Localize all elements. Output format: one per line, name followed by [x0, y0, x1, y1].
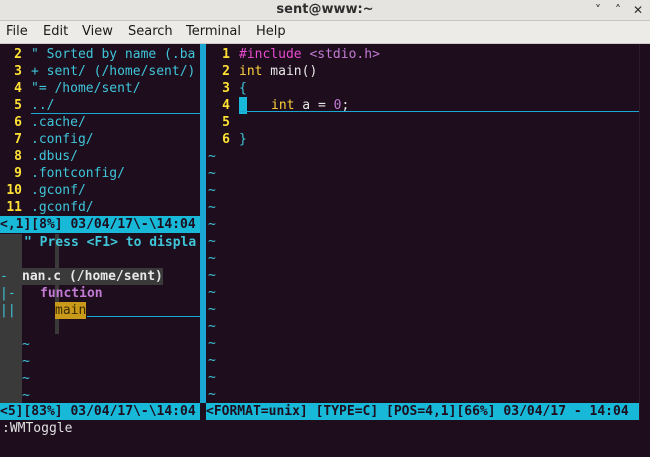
title-bar[interactable]: sent@www:~ ˅ ˄ ✕: [0, 0, 650, 21]
empty-line-tilde: ~: [22, 388, 30, 403]
menu-search[interactable]: Search: [128, 24, 173, 39]
line-number: 6: [222, 132, 230, 147]
taglist-function[interactable]: function: [40, 285, 103, 302]
include-header: <stdio.h>: [309, 47, 380, 62]
line-number: 4: [222, 98, 230, 113]
include-directive: #include: [239, 47, 310, 62]
code-line-1[interactable]: #include <stdio.h>: [239, 46, 380, 63]
explorer-line[interactable]: ../: [31, 97, 54, 114]
menu-help[interactable]: Help: [256, 24, 286, 39]
line-number: 3: [14, 64, 22, 79]
menu-edit[interactable]: Edit: [43, 24, 68, 39]
minimize-icon[interactable]: ˅: [590, 2, 606, 18]
taglist-help: " Press <F1> to displa: [24, 235, 197, 250]
fold-marker: |-: [0, 285, 22, 302]
line-number: 2: [14, 47, 22, 62]
line-number: 4: [14, 81, 22, 96]
function-decl: main(): [262, 64, 318, 79]
window-title: sent@www:~: [276, 2, 374, 17]
line-number: 3: [222, 81, 230, 96]
cursorline: [87, 316, 200, 317]
line-number: 6: [14, 115, 22, 130]
scrollbar-track[interactable]: [639, 44, 650, 420]
explorer-line[interactable]: "= /home/sent/: [31, 80, 141, 97]
sign-column: [0, 319, 22, 404]
empty-line-tilde: ~: [208, 268, 216, 283]
vertical-split[interactable]: [200, 44, 206, 403]
line-number: 11: [6, 200, 22, 215]
sign-column: [0, 251, 22, 268]
taglist-status-bar: <5][83%] 03/04/17\-\14:04: [0, 403, 200, 420]
explorer-line[interactable]: " Sorted by name (.ba: [31, 46, 195, 63]
code-line-2[interactable]: int main(): [239, 63, 317, 80]
explorer-line[interactable]: .cache/: [31, 114, 86, 131]
line-number: 10: [6, 183, 22, 198]
explorer-line[interactable]: .gconf/: [31, 182, 86, 199]
line-number: 2: [222, 64, 230, 79]
empty-line-tilde: ~: [208, 285, 216, 300]
menu-bar: File Edit View Search Terminal Help: [0, 21, 650, 44]
type-keyword: int: [239, 64, 263, 79]
empty-line-tilde: ~: [208, 166, 216, 181]
code-line-3[interactable]: {: [239, 80, 247, 97]
explorer-line[interactable]: .gconfd/: [31, 199, 94, 216]
command-line[interactable]: :WMToggle: [2, 420, 72, 437]
editor-status-bar: <FORMAT=unix] [TYPE=C] [POS=4,1][66%] 03…: [206, 403, 639, 420]
empty-line-tilde: ~: [208, 234, 216, 249]
empty-line-tilde: ~: [208, 149, 216, 164]
empty-line-tilde: ~: [208, 217, 216, 232]
empty-line-tilde: ~: [208, 336, 216, 351]
line-number: 1: [222, 47, 230, 62]
explorer-line[interactable]: + sent/ (/home/sent/): [31, 63, 195, 80]
empty-line-tilde: ~: [22, 354, 30, 369]
empty-line-tilde: ~: [208, 302, 216, 317]
empty-line-tilde: ~: [208, 387, 216, 402]
menu-file[interactable]: File: [6, 24, 28, 39]
empty-line-tilde: ~: [22, 337, 30, 352]
line-number: 5: [222, 115, 230, 130]
empty-line-tilde: ~: [208, 183, 216, 198]
menu-view[interactable]: View: [82, 24, 113, 39]
empty-line-tilde: ~: [208, 251, 216, 266]
menu-terminal[interactable]: Terminal: [186, 24, 241, 39]
empty-line-tilde: ~: [22, 371, 30, 386]
code-line-6[interactable]: }: [239, 131, 247, 148]
fold-marker: -: [0, 268, 22, 285]
empty-line-tilde: ~: [208, 353, 216, 368]
maximize-icon[interactable]: ˄: [610, 2, 626, 18]
line-number: 9: [14, 166, 22, 181]
close-icon[interactable]: ✕: [630, 2, 646, 18]
explorer-line[interactable]: .fontconfig/: [31, 165, 125, 182]
line-number: 7: [14, 132, 22, 147]
terminal-window: sent@www:~ ˅ ˄ ✕ File Edit View Search T…: [0, 0, 650, 457]
empty-line-tilde: ~: [208, 319, 216, 334]
cursorline: [239, 111, 639, 112]
explorer-line[interactable]: .dbus/: [31, 148, 78, 165]
explorer-line[interactable]: .config/: [31, 131, 94, 148]
line-number: 8: [14, 149, 22, 164]
taglist-file[interactable]: nan.c (/home/sent): [22, 268, 163, 285]
taglist-main[interactable]: main: [55, 302, 87, 319]
empty-line-tilde: ~: [208, 370, 216, 385]
sign-column: [0, 234, 22, 251]
explorer-status-bar: <,1][8%] 03/04/17\-\14:04: [0, 216, 200, 233]
fold-marker: ||: [0, 302, 22, 319]
empty-line-tilde: ~: [208, 200, 216, 215]
line-number: 5: [14, 98, 22, 113]
terminal-content[interactable]: 2 " Sorted by name (.ba 3 + sent/ (/home…: [0, 44, 650, 457]
